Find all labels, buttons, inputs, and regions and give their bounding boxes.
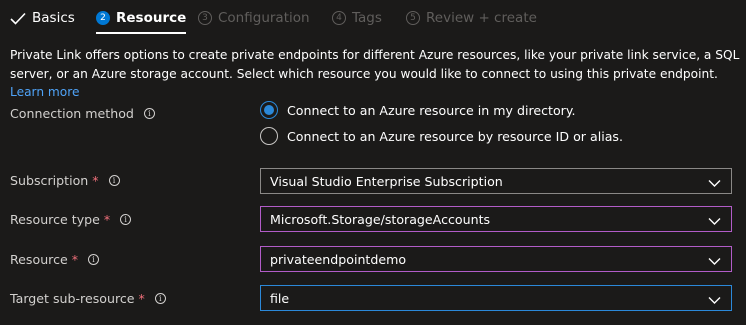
tab-basics-label: Basics: [32, 10, 75, 26]
radio-option-directory-label: Connect to an Azure resource in my direc…: [287, 102, 576, 118]
tab-resource-label: Resource: [116, 10, 187, 26]
resource-value: privateendpointdemo: [270, 251, 407, 267]
chevron-down-icon[interactable]: [708, 293, 721, 308]
info-icon[interactable]: i: [143, 108, 155, 119]
required-asterisk: *: [71, 252, 79, 267]
info-icon[interactable]: i: [120, 214, 132, 225]
step-number-badge: 4: [332, 11, 346, 25]
tab-review-create[interactable]: 5 Review + create: [406, 8, 537, 28]
resource-type-dropdown[interactable]: Microsoft.Storage/storageAccounts: [260, 206, 732, 232]
resource-label: Resource: [10, 252, 68, 267]
subscription-dropdown[interactable]: Visual Studio Enterprise Subscription: [260, 168, 732, 194]
chevron-down-icon[interactable]: [708, 176, 721, 191]
page-description: Private Link offers options to create pr…: [10, 46, 740, 102]
target-sub-resource-value: file: [270, 290, 290, 306]
tab-configuration-label: Configuration: [218, 10, 310, 26]
learn-more-link[interactable]: Learn more: [10, 85, 80, 99]
tab-tags-label: Tags: [352, 10, 382, 26]
tab-resource[interactable]: 2 Resource: [96, 8, 187, 34]
target-sub-resource-label-row: Target sub-resource * i: [10, 291, 166, 306]
target-sub-resource-label: Target sub-resource: [10, 291, 135, 306]
step-number-badge: 2: [96, 11, 110, 25]
tab-basics[interactable]: Basics: [10, 8, 75, 28]
radio-unselected-icon[interactable]: [260, 127, 278, 145]
wizard-tabs: Basics 2 Resource 3 Configuration 4 Tags…: [0, 0, 746, 36]
description-text: Private Link offers options to create pr…: [10, 48, 740, 81]
subscription-value: Visual Studio Enterprise Subscription: [270, 173, 503, 189]
info-icon[interactable]: i: [108, 175, 120, 186]
subscription-label-row: Subscription * i: [10, 173, 120, 188]
tab-review-create-label: Review + create: [426, 10, 537, 26]
resource-label-row: Resource * i: [10, 252, 100, 267]
chevron-down-icon[interactable]: [708, 254, 721, 269]
resource-type-value: Microsoft.Storage/storageAccounts: [270, 211, 491, 227]
tab-tags[interactable]: 4 Tags: [332, 8, 382, 28]
tab-configuration[interactable]: 3 Configuration: [198, 8, 310, 28]
radio-option-resource-id-label: Connect to an Azure resource by resource…: [287, 128, 623, 144]
connection-method-label: Connection method: [10, 106, 134, 121]
radio-option-resource-id[interactable]: Connect to an Azure resource by resource…: [260, 127, 623, 145]
check-icon: [10, 12, 26, 25]
required-asterisk: *: [92, 173, 99, 188]
radio-option-directory[interactable]: Connect to an Azure resource in my direc…: [260, 101, 576, 119]
info-icon[interactable]: i: [88, 254, 100, 265]
step-number-badge: 3: [198, 11, 212, 25]
step-number-badge: 5: [406, 11, 420, 25]
resource-type-label: Resource type: [10, 212, 100, 227]
required-asterisk: *: [138, 291, 145, 306]
info-icon[interactable]: i: [154, 293, 166, 304]
chevron-down-icon[interactable]: [708, 214, 721, 229]
target-sub-resource-dropdown[interactable]: file: [260, 285, 732, 311]
resource-type-label-row: Resource type * i: [10, 212, 132, 227]
subscription-label: Subscription: [10, 173, 89, 188]
connection-method-label-row: Connection method i: [10, 106, 155, 121]
resource-dropdown[interactable]: privateendpointdemo: [260, 246, 732, 272]
radio-selected-icon[interactable]: [260, 101, 278, 119]
required-asterisk: *: [103, 212, 111, 227]
